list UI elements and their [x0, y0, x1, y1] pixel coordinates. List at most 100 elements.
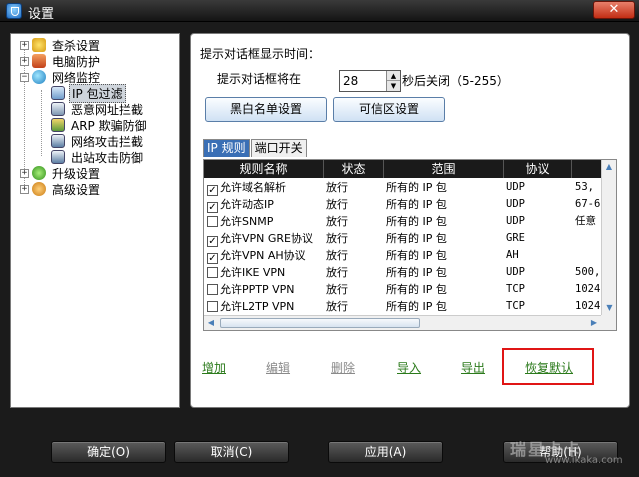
tree-item-scan-settings[interactable]: + 查杀设置: [20, 37, 102, 53]
rule-checkbox[interactable]: ✓: [207, 253, 218, 264]
table-row[interactable]: 允许IKE VPN 放行 所有的 IP 包 UDP 500,: [204, 264, 602, 281]
tree-item-malicious-url[interactable]: 恶意网址拦截: [51, 101, 145, 117]
rule-status: 放行: [326, 181, 348, 194]
delete-rule-link[interactable]: 删除: [331, 359, 355, 376]
expand-icon[interactable]: +: [20, 184, 29, 194]
rule-status: 放行: [326, 266, 348, 279]
rule-status: 放行: [326, 300, 348, 313]
cancel-button[interactable]: 取消(C): [174, 441, 289, 463]
trusted-zone-button[interactable]: 可信区设置: [333, 97, 445, 122]
rule-scope: 所有的 IP 包: [386, 232, 447, 245]
stepper-down-icon[interactable]: ▼: [387, 81, 400, 91]
rule-status: 放行: [326, 249, 348, 262]
close-button[interactable]: ✕: [593, 1, 635, 19]
rule-protocol: AH: [506, 249, 519, 261]
apply-button[interactable]: 应用(A): [328, 441, 443, 463]
rule-scope: 所有的 IP 包: [386, 249, 447, 262]
rule-scope: 所有的 IP 包: [386, 300, 447, 313]
shield-icon: [32, 54, 46, 68]
expand-icon[interactable]: +: [20, 56, 29, 66]
rule-checkbox[interactable]: ✓: [207, 202, 218, 213]
tree-item-advanced-settings[interactable]: + 高级设置: [20, 181, 102, 197]
column-header-name[interactable]: 规则名称: [204, 160, 324, 178]
rule-status: 放行: [326, 198, 348, 211]
close-delay-value[interactable]: 28: [343, 74, 358, 88]
tree-item-label: 查杀设置: [52, 38, 101, 53]
expand-icon[interactable]: +: [20, 168, 29, 178]
blacklist-settings-button[interactable]: 黑白名单设置: [205, 97, 327, 122]
scroll-right-icon[interactable]: ▶: [587, 316, 601, 330]
rule-status: 放行: [326, 215, 348, 228]
scroll-thumb[interactable]: [220, 318, 420, 328]
table-row[interactable]: ✓ 允许域名解析 放行 所有的 IP 包 UDP 53,: [204, 179, 602, 196]
rule-checkbox[interactable]: [207, 267, 218, 278]
tree-item-label: 网络攻击拦截: [71, 134, 144, 149]
ok-button[interactable]: 确定(O): [51, 441, 166, 463]
rule-name: 允许L2TP VPN: [220, 300, 295, 313]
rule-name: 允许VPN GRE协议: [220, 232, 314, 245]
scroll-up-icon[interactable]: ▲: [602, 160, 616, 174]
import-link[interactable]: 导入: [397, 359, 421, 376]
update-icon: [32, 166, 46, 180]
rule-tabs: IP 规则 端口开关: [203, 139, 308, 157]
rule-status: 放行: [326, 232, 348, 245]
rule-port: 67-6: [575, 198, 601, 210]
stepper-up-icon[interactable]: ▲: [387, 71, 400, 81]
network-icon: [51, 118, 65, 132]
tree-item-attack-block[interactable]: 网络攻击拦截: [51, 133, 145, 149]
rule-checkbox[interactable]: [207, 284, 218, 295]
tree-item-update-settings[interactable]: + 升级设置: [20, 165, 102, 181]
column-header-protocol[interactable]: 协议: [504, 160, 572, 178]
table-row[interactable]: 允许SNMP 放行 所有的 IP 包 UDP 任意: [204, 213, 602, 230]
column-header-status[interactable]: 状态: [324, 160, 384, 178]
export-link[interactable]: 导出: [461, 359, 485, 376]
collapse-icon[interactable]: −: [20, 72, 29, 82]
ip-filter-panel: 提示对话框显示时间： 提示对话框将在 28 ▲ ▼ 秒后关闭（5-255） 黑白…: [190, 33, 630, 408]
rule-checkbox[interactable]: [207, 216, 218, 227]
rule-name: 允许SNMP: [220, 215, 274, 228]
close-delay-suffix: 秒后关闭（5-255）: [402, 74, 509, 88]
close-delay-stepper[interactable]: 28 ▲ ▼: [339, 70, 401, 92]
vertical-scrollbar[interactable]: ▲ ▼: [601, 160, 616, 315]
rule-port: 1024: [575, 283, 601, 295]
table-row[interactable]: 允许L2TP VPN 放行 所有的 IP 包 TCP 1024: [204, 298, 602, 315]
rule-scope: 所有的 IP 包: [386, 283, 447, 296]
rule-name-cell: ✓ 允许VPN AH协议: [207, 247, 324, 264]
scroll-down-icon[interactable]: ▼: [602, 301, 616, 315]
rule-status: 放行: [326, 283, 348, 296]
monitor-icon: [51, 150, 65, 164]
column-header-port[interactable]: [572, 160, 602, 178]
rule-protocol: TCP: [506, 300, 525, 312]
tab-ip-rules[interactable]: IP 规则: [203, 139, 250, 157]
prompt-will-label: 提示对话框将在: [217, 72, 302, 86]
rule-scope: 所有的 IP 包: [386, 266, 447, 279]
rule-checkbox[interactable]: ✓: [207, 236, 218, 247]
horizontal-scrollbar[interactable]: ◀ ▶: [204, 315, 602, 330]
tree-item-arp-defense[interactable]: ARP 欺骗防御: [51, 117, 149, 133]
rule-protocol: UDP: [506, 266, 525, 278]
tree-item-ip-filter[interactable]: IP 包过滤: [51, 83, 126, 103]
rule-checkbox[interactable]: [207, 301, 218, 312]
network-filter-icon: [51, 86, 65, 100]
prompt-time-label: 提示对话框显示时间：: [200, 47, 321, 61]
table-row[interactable]: ✓ 允许VPN AH协议 放行 所有的 IP 包 AH: [204, 247, 602, 264]
rule-name-cell: ✓ 允许VPN GRE协议: [207, 230, 324, 247]
table-row[interactable]: ✓ 允许动态IP 放行 所有的 IP 包 UDP 67-6: [204, 196, 602, 213]
table-row[interactable]: 允许PPTP VPN 放行 所有的 IP 包 TCP 1024: [204, 281, 602, 298]
rule-name-cell: 允许L2TP VPN: [207, 298, 324, 315]
table-row[interactable]: ✓ 允许VPN GRE协议 放行 所有的 IP 包 GRE: [204, 230, 602, 247]
add-rule-link[interactable]: 增加: [202, 359, 226, 376]
tree-item-label: 恶意网址拦截: [71, 102, 144, 117]
rule-protocol: UDP: [506, 181, 525, 193]
rule-name-cell: 允许IKE VPN: [207, 264, 324, 281]
expand-icon[interactable]: +: [20, 40, 29, 50]
tree-guide-line: [41, 90, 42, 156]
tab-port-switch[interactable]: 端口开关: [250, 139, 307, 157]
rule-name: 允许IKE VPN: [220, 266, 286, 279]
column-header-scope[interactable]: 范围: [384, 160, 504, 178]
rule-checkbox[interactable]: ✓: [207, 185, 218, 196]
tree-item-outbound-defense[interactable]: 出站攻击防御: [51, 149, 145, 165]
scroll-left-icon[interactable]: ◀: [204, 316, 218, 330]
tree-item-pc-protection[interactable]: + 电脑防护: [20, 53, 102, 69]
edit-rule-link[interactable]: 编辑: [266, 359, 290, 376]
